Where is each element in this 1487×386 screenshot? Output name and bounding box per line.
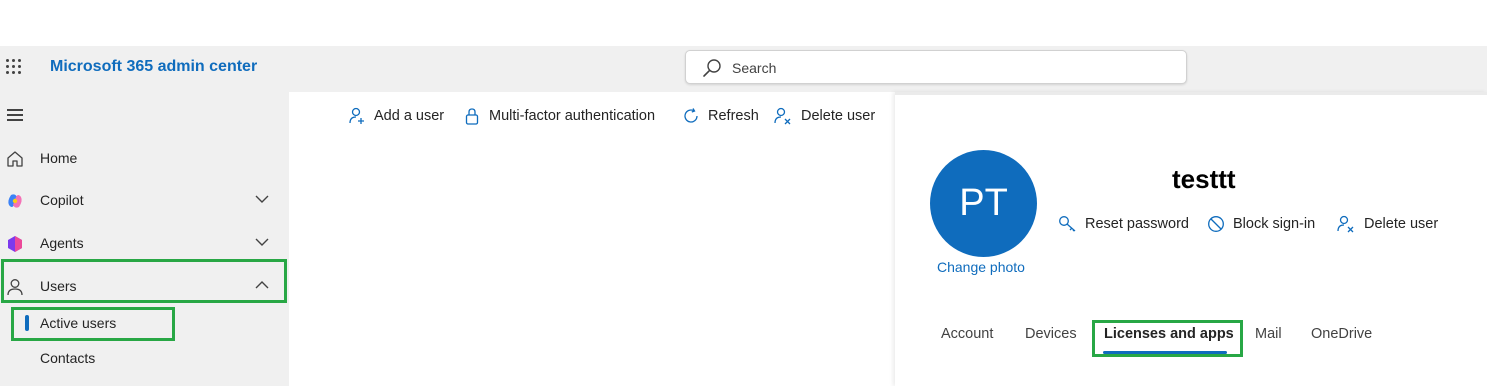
search-icon (703, 59, 721, 77)
hamburger-icon[interactable] (7, 109, 23, 121)
delete-person-icon (774, 107, 791, 125)
active-tab-indicator (1103, 351, 1227, 354)
nav-subitem-label: Active users (40, 315, 117, 331)
block-sign-in-label: Block sign-in (1233, 216, 1316, 232)
reset-password-button[interactable]: Reset password (1058, 213, 1189, 235)
tab-licenses-and-apps[interactable]: Licenses and apps (1104, 326, 1234, 342)
lock-icon (465, 108, 479, 125)
nav-item-label: Home (40, 150, 78, 166)
add-person-icon (349, 107, 364, 124)
tab-devices[interactable]: Devices (1025, 326, 1077, 342)
delete-user-button[interactable]: Delete user (773, 106, 875, 126)
nav-subitem-active-users[interactable]: Active users (0, 307, 289, 339)
block-icon (1208, 216, 1224, 232)
reset-password-label: Reset password (1085, 216, 1189, 232)
nav-item-copilot[interactable]: Copilot (0, 180, 289, 220)
panel-delete-user-button[interactable]: Delete user (1336, 213, 1438, 235)
tab-onedrive[interactable]: OneDrive (1311, 326, 1372, 342)
top-blank-strip (0, 0, 1487, 46)
delete-user-label: Delete user (801, 108, 876, 124)
selected-indicator (25, 315, 29, 331)
tab-account[interactable]: Account (941, 326, 993, 342)
search-placeholder: Search (732, 60, 777, 76)
refresh-icon (684, 108, 698, 123)
add-user-label: Add a user (374, 108, 445, 124)
mfa-button[interactable]: Multi-factor authentication (463, 106, 655, 126)
panel-top-border (895, 92, 1487, 95)
avatar[interactable]: PT (930, 150, 1037, 257)
delete-person-icon (1337, 215, 1354, 233)
nav-subitem-contacts[interactable]: Contacts (0, 342, 289, 374)
add-user-button[interactable]: Add a user (348, 106, 444, 126)
key-icon (1059, 216, 1076, 232)
app-title[interactable]: Microsoft 365 admin center (50, 58, 257, 76)
left-nav: Home Copilot Agents Users Active users C… (0, 92, 289, 386)
refresh-button[interactable]: Refresh (682, 106, 759, 126)
avatar-initials: PT (959, 182, 1008, 224)
change-photo-link[interactable]: Change photo (937, 259, 1025, 275)
agents-icon (8, 236, 22, 252)
person-icon (7, 279, 23, 296)
nav-item-agents[interactable]: Agents (0, 223, 289, 263)
panel-delete-user-label: Delete user (1364, 216, 1439, 232)
nav-item-label: Copilot (40, 192, 84, 208)
app-header: Microsoft 365 admin center Search (0, 46, 1487, 92)
nav-item-users[interactable]: Users (0, 266, 289, 306)
chevron-up-icon[interactable] (255, 280, 269, 290)
chevron-down-icon[interactable] (255, 194, 269, 204)
chevron-down-icon[interactable] (255, 237, 269, 247)
home-icon (7, 151, 23, 167)
copilot-icon (8, 194, 22, 208)
block-sign-in-button[interactable]: Block sign-in (1207, 213, 1315, 235)
nav-item-home[interactable]: Home (0, 138, 289, 178)
user-display-name: testtt (1172, 164, 1236, 194)
command-bar: Add a user Multi-factor authentication R… (290, 92, 897, 138)
search-box[interactable]: Search (685, 50, 1187, 84)
nav-subitem-label: Contacts (40, 350, 96, 366)
mfa-label: Multi-factor authentication (489, 108, 656, 124)
nav-item-label: Agents (40, 235, 84, 251)
tab-mail[interactable]: Mail (1255, 326, 1282, 342)
nav-item-label: Users (40, 278, 77, 294)
refresh-label: Refresh (708, 108, 759, 124)
app-launcher-icon[interactable] (5, 58, 23, 76)
